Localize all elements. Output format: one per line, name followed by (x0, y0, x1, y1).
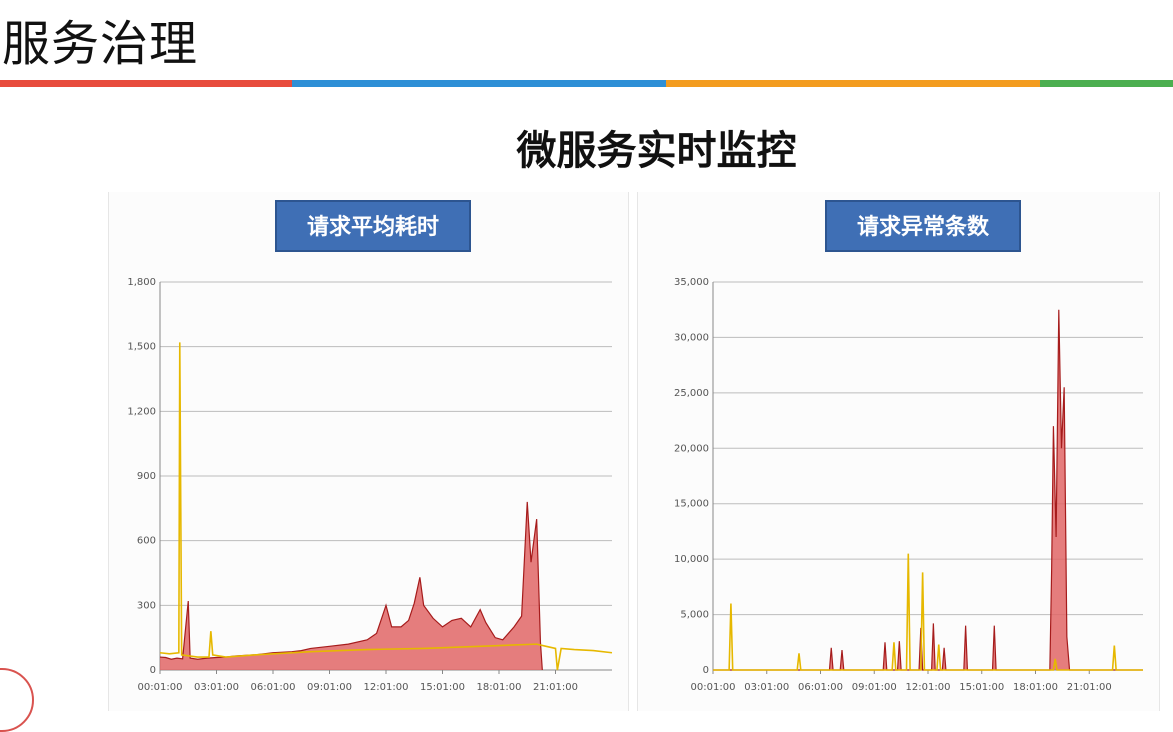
x-tick-label: 15:01:00 (959, 682, 1004, 693)
x-tick-label: 18:01:00 (1013, 682, 1058, 693)
series-area (160, 501, 543, 670)
x-tick-label: 21:01:00 (533, 682, 578, 693)
y-tick-label: 35,000 (674, 277, 709, 288)
x-tick-label: 12:01:00 (364, 682, 409, 693)
x-tick-label: 03:01:00 (194, 682, 239, 693)
series-area (713, 309, 1143, 670)
y-tick-label: 5,000 (680, 610, 709, 621)
x-tick-label: 00:01:00 (138, 682, 183, 693)
y-tick-label: 30,000 (674, 332, 709, 343)
y-tick-label: 600 (137, 536, 156, 547)
x-tick-label: 00:01:00 (691, 682, 736, 693)
x-tick-label: 03:01:00 (744, 682, 789, 693)
charts-svg: 1,800 1,500 1,200 900 600 300 0 00:01:00 03:01:0… (127, 277, 1143, 693)
y-tick-label: 10,000 (674, 554, 709, 565)
x-tick-label: 06:01:00 (798, 682, 843, 693)
x-tick-label: 09:01:00 (852, 682, 897, 693)
y-tick-label: 0 (703, 665, 709, 676)
x-tick-label: 21:01:00 (1067, 682, 1112, 693)
x-tick-label: 15:01:00 (420, 682, 465, 693)
x-tick-label: 18:01:00 (477, 682, 522, 693)
series-line (713, 309, 1143, 671)
x-tick-label: 09:01:00 (307, 682, 352, 693)
y-tick-label: 1,800 (127, 277, 156, 288)
series-line (713, 553, 1143, 671)
y-tick-label: 1,200 (127, 406, 156, 417)
x-tick-label: 12:01:00 (906, 682, 951, 693)
y-tick-label: 1,500 (127, 342, 156, 353)
y-tick-label: 900 (137, 471, 156, 482)
y-tick-label: 15,000 (674, 499, 709, 510)
y-tick-label: 25,000 (674, 388, 709, 399)
y-tick-label: 20,000 (674, 443, 709, 454)
y-tick-label: 0 (150, 665, 156, 676)
y-tick-label: 300 (137, 600, 156, 611)
x-tick-label: 06:01:00 (251, 682, 296, 693)
